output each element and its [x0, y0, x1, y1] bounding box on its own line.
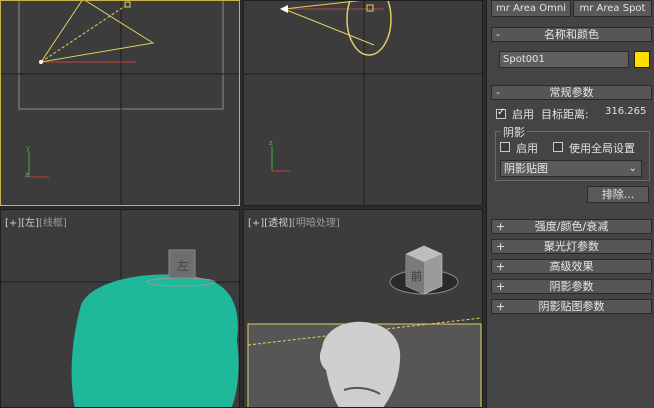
mr-area-spot-button[interactable]: mr Area Spot — [573, 0, 652, 17]
rollout-name-color[interactable]: - 名称和颜色 — [491, 27, 652, 42]
expand-icon: + — [496, 260, 506, 273]
viewport-top-left-canvas: y z — [1, 1, 239, 205]
rollout-shadow-params[interactable]: + 阴影参数 — [491, 279, 652, 294]
cone-axis — [40, 5, 126, 63]
collapse-icon: - — [496, 28, 500, 41]
rollout-intensity-color-attenuation[interactable]: + 强度/颜色/衰减 — [491, 219, 652, 234]
svg-text:y: y — [26, 144, 30, 152]
viewport-left-canvas: 左 — [1, 210, 239, 407]
object-name-field[interactable]: Spot001 — [499, 51, 629, 68]
light-enable-label: 启用 — [512, 108, 534, 121]
viewport-top-left[interactable]: y z — [0, 0, 240, 206]
view-cube-label: 左 — [177, 258, 189, 273]
target-distance-label: 目标距离: — [541, 108, 589, 121]
use-global-settings-label: 使用全局设置 — [569, 142, 635, 155]
head-mesh-wireframe — [71, 274, 239, 407]
expand-icon: + — [496, 280, 506, 293]
rollout-spotlight-params[interactable]: + 聚光灯参数 — [491, 239, 652, 254]
chevron-down-icon: ⌄ — [628, 163, 637, 174]
viewport-left[interactable]: 左 [+][左][线框] — [0, 209, 240, 408]
expand-icon: + — [496, 240, 506, 253]
target-marker[interactable] — [366, 4, 374, 12]
spotlight-cone — [39, 1, 155, 63]
light-enable-checkbox[interactable] — [496, 107, 506, 119]
expand-icon: + — [496, 300, 506, 313]
shadow-type-dropdown[interactable]: 阴影贴图 ⌄ — [500, 160, 642, 177]
svg-text:z: z — [25, 171, 29, 179]
viewport-label-left[interactable]: [+][左][线框] — [5, 214, 67, 229]
viewport-top-right[interactable]: z — [243, 0, 483, 206]
view-cube-label: 前 — [411, 269, 422, 283]
target-marker[interactable] — [124, 1, 131, 8]
use-global-settings-checkbox[interactable] — [553, 142, 563, 152]
svg-text:z: z — [269, 139, 273, 147]
rollout-advanced-effects[interactable]: + 高级效果 — [491, 259, 652, 274]
collapse-icon: - — [496, 86, 500, 99]
exclude-button[interactable]: 排除... — [587, 186, 649, 203]
expand-icon: + — [496, 220, 506, 233]
shadow-group-label: 阴影 — [501, 124, 527, 140]
shadow-enable-checkbox[interactable] — [500, 142, 510, 152]
rollout-general-params[interactable]: - 常规参数 — [491, 85, 652, 100]
viewport-top-right-canvas: z — [244, 1, 482, 205]
target-distance-value: 316.265 — [605, 106, 647, 117]
mr-area-omni-button[interactable]: mr Area Omni — [491, 0, 571, 17]
shadow-enable-label: 启用 — [516, 142, 538, 155]
viewport-label-perspective[interactable]: [+][透视][明暗处理] — [248, 214, 340, 229]
command-panel: mr Area Omni mr Area Spot - 名称和颜色 Spot00… — [486, 0, 654, 408]
light-source[interactable] — [280, 5, 288, 13]
object-color-swatch[interactable] — [634, 51, 650, 68]
viewport-perspective-canvas: 前 — [247, 245, 482, 407]
viewport-perspective[interactable]: 前 [+][透视][明暗处理] — [243, 209, 483, 408]
cone-edge — [283, 8, 375, 46]
rollout-shadow-map-params[interactable]: + 阴影贴图参数 — [491, 299, 652, 314]
light-source[interactable] — [39, 60, 43, 64]
